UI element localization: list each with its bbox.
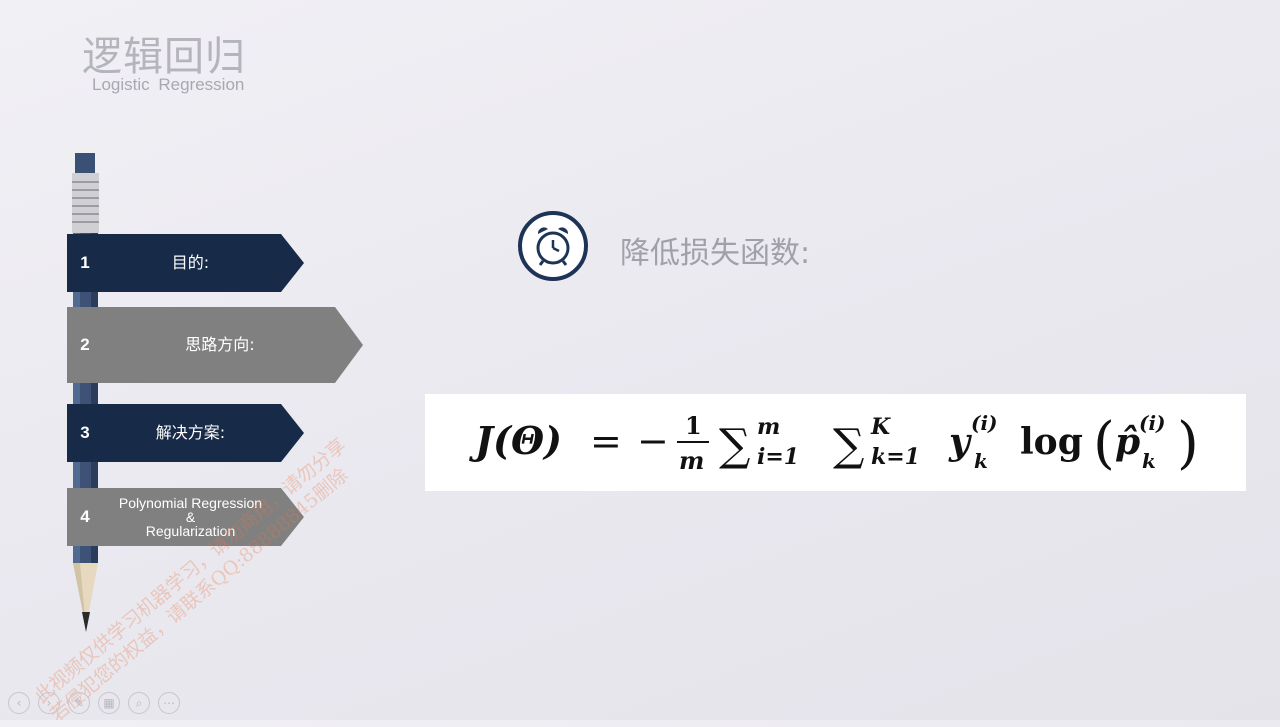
slides-icon[interactable]: ▦	[98, 692, 120, 714]
paren-left: (	[1093, 411, 1115, 476]
formula-p: p̂	[1115, 421, 1140, 463]
menu-item-number: 1	[80, 253, 90, 272]
sum-symbol: ∑	[719, 420, 750, 471]
menu-item-solution[interactable]: 3 解决方案:	[67, 404, 304, 462]
formula-p-sub: k	[1142, 449, 1156, 473]
formula-sum1-sub: i=1	[757, 444, 799, 470]
slide-subtitle: Logistic Regression	[92, 75, 245, 94]
formula-sum2-sup: K	[870, 414, 891, 440]
formula-frac-num: 1	[685, 411, 702, 440]
formula-sign: −	[637, 419, 669, 463]
next-icon[interactable]: ›	[38, 692, 60, 714]
loss-formula: J(Θ) = − 1 m ∑ m i=1 ∑ K k=1 y (i) k log…	[469, 411, 1199, 476]
menu-item-label: 解决方案:	[155, 423, 226, 442]
prev-icon[interactable]: ‹	[8, 692, 30, 714]
menu-item-number: 2	[80, 335, 90, 354]
formula-sum1-sup: m	[757, 414, 780, 440]
presentation-toolbar: ‹ › ✎ ▦ ⌕ ⋯	[8, 692, 180, 714]
formula-y: y	[948, 421, 972, 463]
paren-right: )	[1177, 411, 1199, 476]
menu-item-number: 4	[80, 507, 90, 526]
formula-sum2-sub: k=1	[871, 444, 920, 470]
formula-frac-den: m	[679, 446, 704, 475]
menu-item-approach[interactable]: 2 思路方向:	[67, 307, 363, 383]
formula-y-sup: (i)	[971, 411, 998, 435]
slide-title: 逻辑回归	[82, 34, 246, 80]
formula-p-sup: (i)	[1139, 411, 1166, 435]
formula-lhs: J(Θ)	[469, 418, 562, 463]
menu-item-label: 思路方向:	[185, 335, 255, 354]
formula-log: log	[1020, 421, 1083, 463]
section-heading: 降低损失函数:	[620, 236, 811, 271]
formula-equals: =	[590, 419, 622, 463]
menu-item-purpose[interactable]: 1 目的:	[67, 234, 304, 292]
pencil-graphic	[72, 153, 99, 632]
pen-icon[interactable]: ✎	[68, 692, 90, 714]
menu-item-number: 3	[80, 423, 90, 442]
formula-box: J(Θ) = − 1 m ∑ m i=1 ∑ K k=1 y (i) k log…	[425, 394, 1246, 491]
menu-item-label: 目的:	[171, 253, 210, 272]
more-icon[interactable]: ⋯	[158, 692, 180, 714]
alarm-clock-icon	[518, 211, 588, 281]
sum-symbol: ∑	[833, 420, 864, 471]
zoom-icon[interactable]: ⌕	[128, 692, 150, 714]
formula-y-sub: k	[974, 449, 988, 473]
